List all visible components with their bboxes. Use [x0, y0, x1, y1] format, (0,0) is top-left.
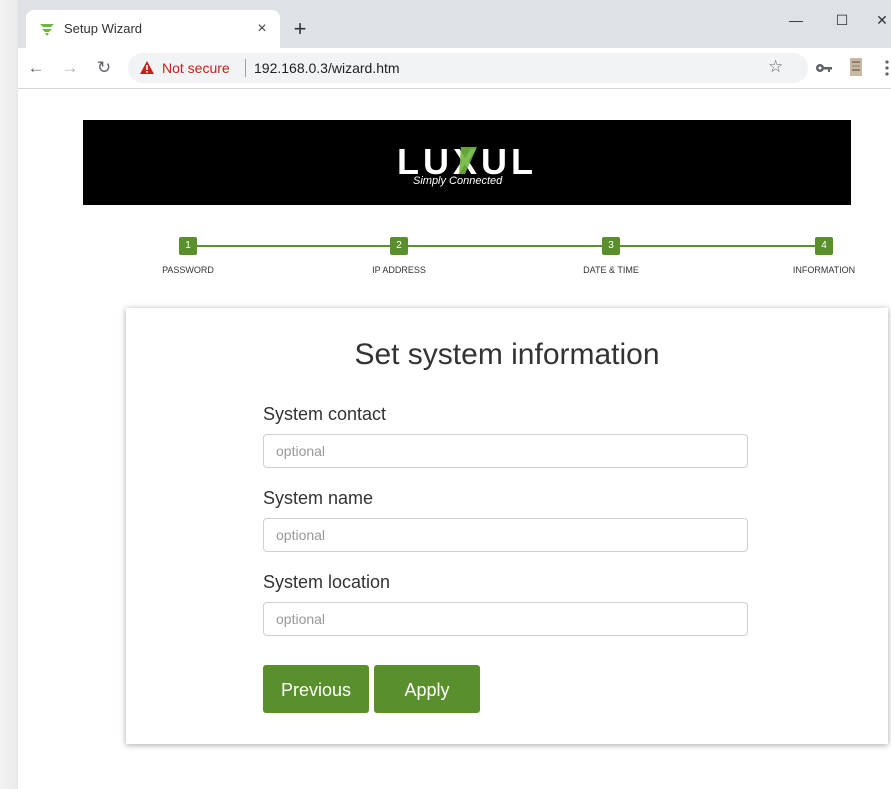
step-4-label: INFORMATION	[792, 265, 856, 275]
browser-window: Setup Wizard × + — ☐ ✕ ← → ↻ Not secure …	[18, 0, 891, 789]
system-name-input[interactable]	[263, 518, 748, 552]
desktop-edge	[0, 0, 18, 789]
url-text[interactable]: 192.168.0.3/wizard.htm	[254, 60, 400, 76]
system-contact-label: System contact	[263, 404, 387, 424]
step-1-marker: 1	[179, 237, 197, 255]
maximize-button[interactable]: ☐	[830, 10, 854, 30]
warning-icon	[140, 61, 154, 74]
luxul-favicon-icon	[40, 24, 54, 36]
step-1-label: PASSWORD	[162, 265, 214, 275]
close-window-button[interactable]: ✕	[870, 10, 891, 30]
new-tab-button[interactable]: +	[288, 18, 312, 42]
tab-title: Setup Wizard	[64, 21, 143, 36]
previous-button[interactable]: Previous	[263, 665, 369, 713]
tab-setup-wizard[interactable]: Setup Wizard ×	[26, 10, 280, 48]
minimize-button[interactable]: —	[784, 10, 808, 30]
security-status[interactable]: Not secure	[162, 60, 230, 76]
wizard-progress: 1 PASSWORD 2 IP ADDRESS 3 DATE & TIME 4 …	[18, 235, 891, 285]
apply-button[interactable]: Apply	[374, 665, 480, 713]
step-4-marker: 4	[815, 237, 833, 255]
page-title: Set system information	[354, 338, 660, 371]
browser-toolbar: ← → ↻ Not secure 192.168.0.3/wizard.htm …	[18, 48, 891, 89]
key-icon[interactable]	[815, 60, 833, 76]
url-separator	[245, 59, 246, 77]
step-3-marker: 3	[602, 237, 620, 255]
step-3-label: DATE & TIME	[583, 265, 639, 275]
luxul-banner: LUXUL Simply Connected	[83, 120, 851, 205]
system-location-label: System location	[263, 572, 391, 592]
step-2-marker: 2	[390, 237, 408, 255]
extension-icon[interactable]	[848, 56, 864, 78]
reload-button[interactable]: ↻	[92, 56, 116, 80]
progress-line	[191, 245, 823, 247]
system-contact-input[interactable]	[263, 434, 748, 468]
tab-close-icon[interactable]: ×	[252, 19, 272, 39]
bookmark-star-icon[interactable]: ☆	[768, 57, 783, 77]
system-name-label: System name	[263, 488, 374, 508]
brand-tagline: Simply Connected	[413, 175, 503, 187]
step-2-label: IP ADDRESS	[372, 265, 426, 275]
back-button[interactable]: ←	[24, 56, 48, 80]
address-bar[interactable]: Not secure 192.168.0.3/wizard.htm ☆	[128, 53, 808, 83]
system-info-card: Set system information System contact Sy…	[126, 308, 888, 744]
browser-menu-icon[interactable]	[884, 58, 890, 78]
system-location-input[interactable]	[263, 602, 748, 636]
forward-button[interactable]: →	[58, 56, 82, 80]
tab-strip: Setup Wizard × + — ☐ ✕	[18, 0, 891, 48]
